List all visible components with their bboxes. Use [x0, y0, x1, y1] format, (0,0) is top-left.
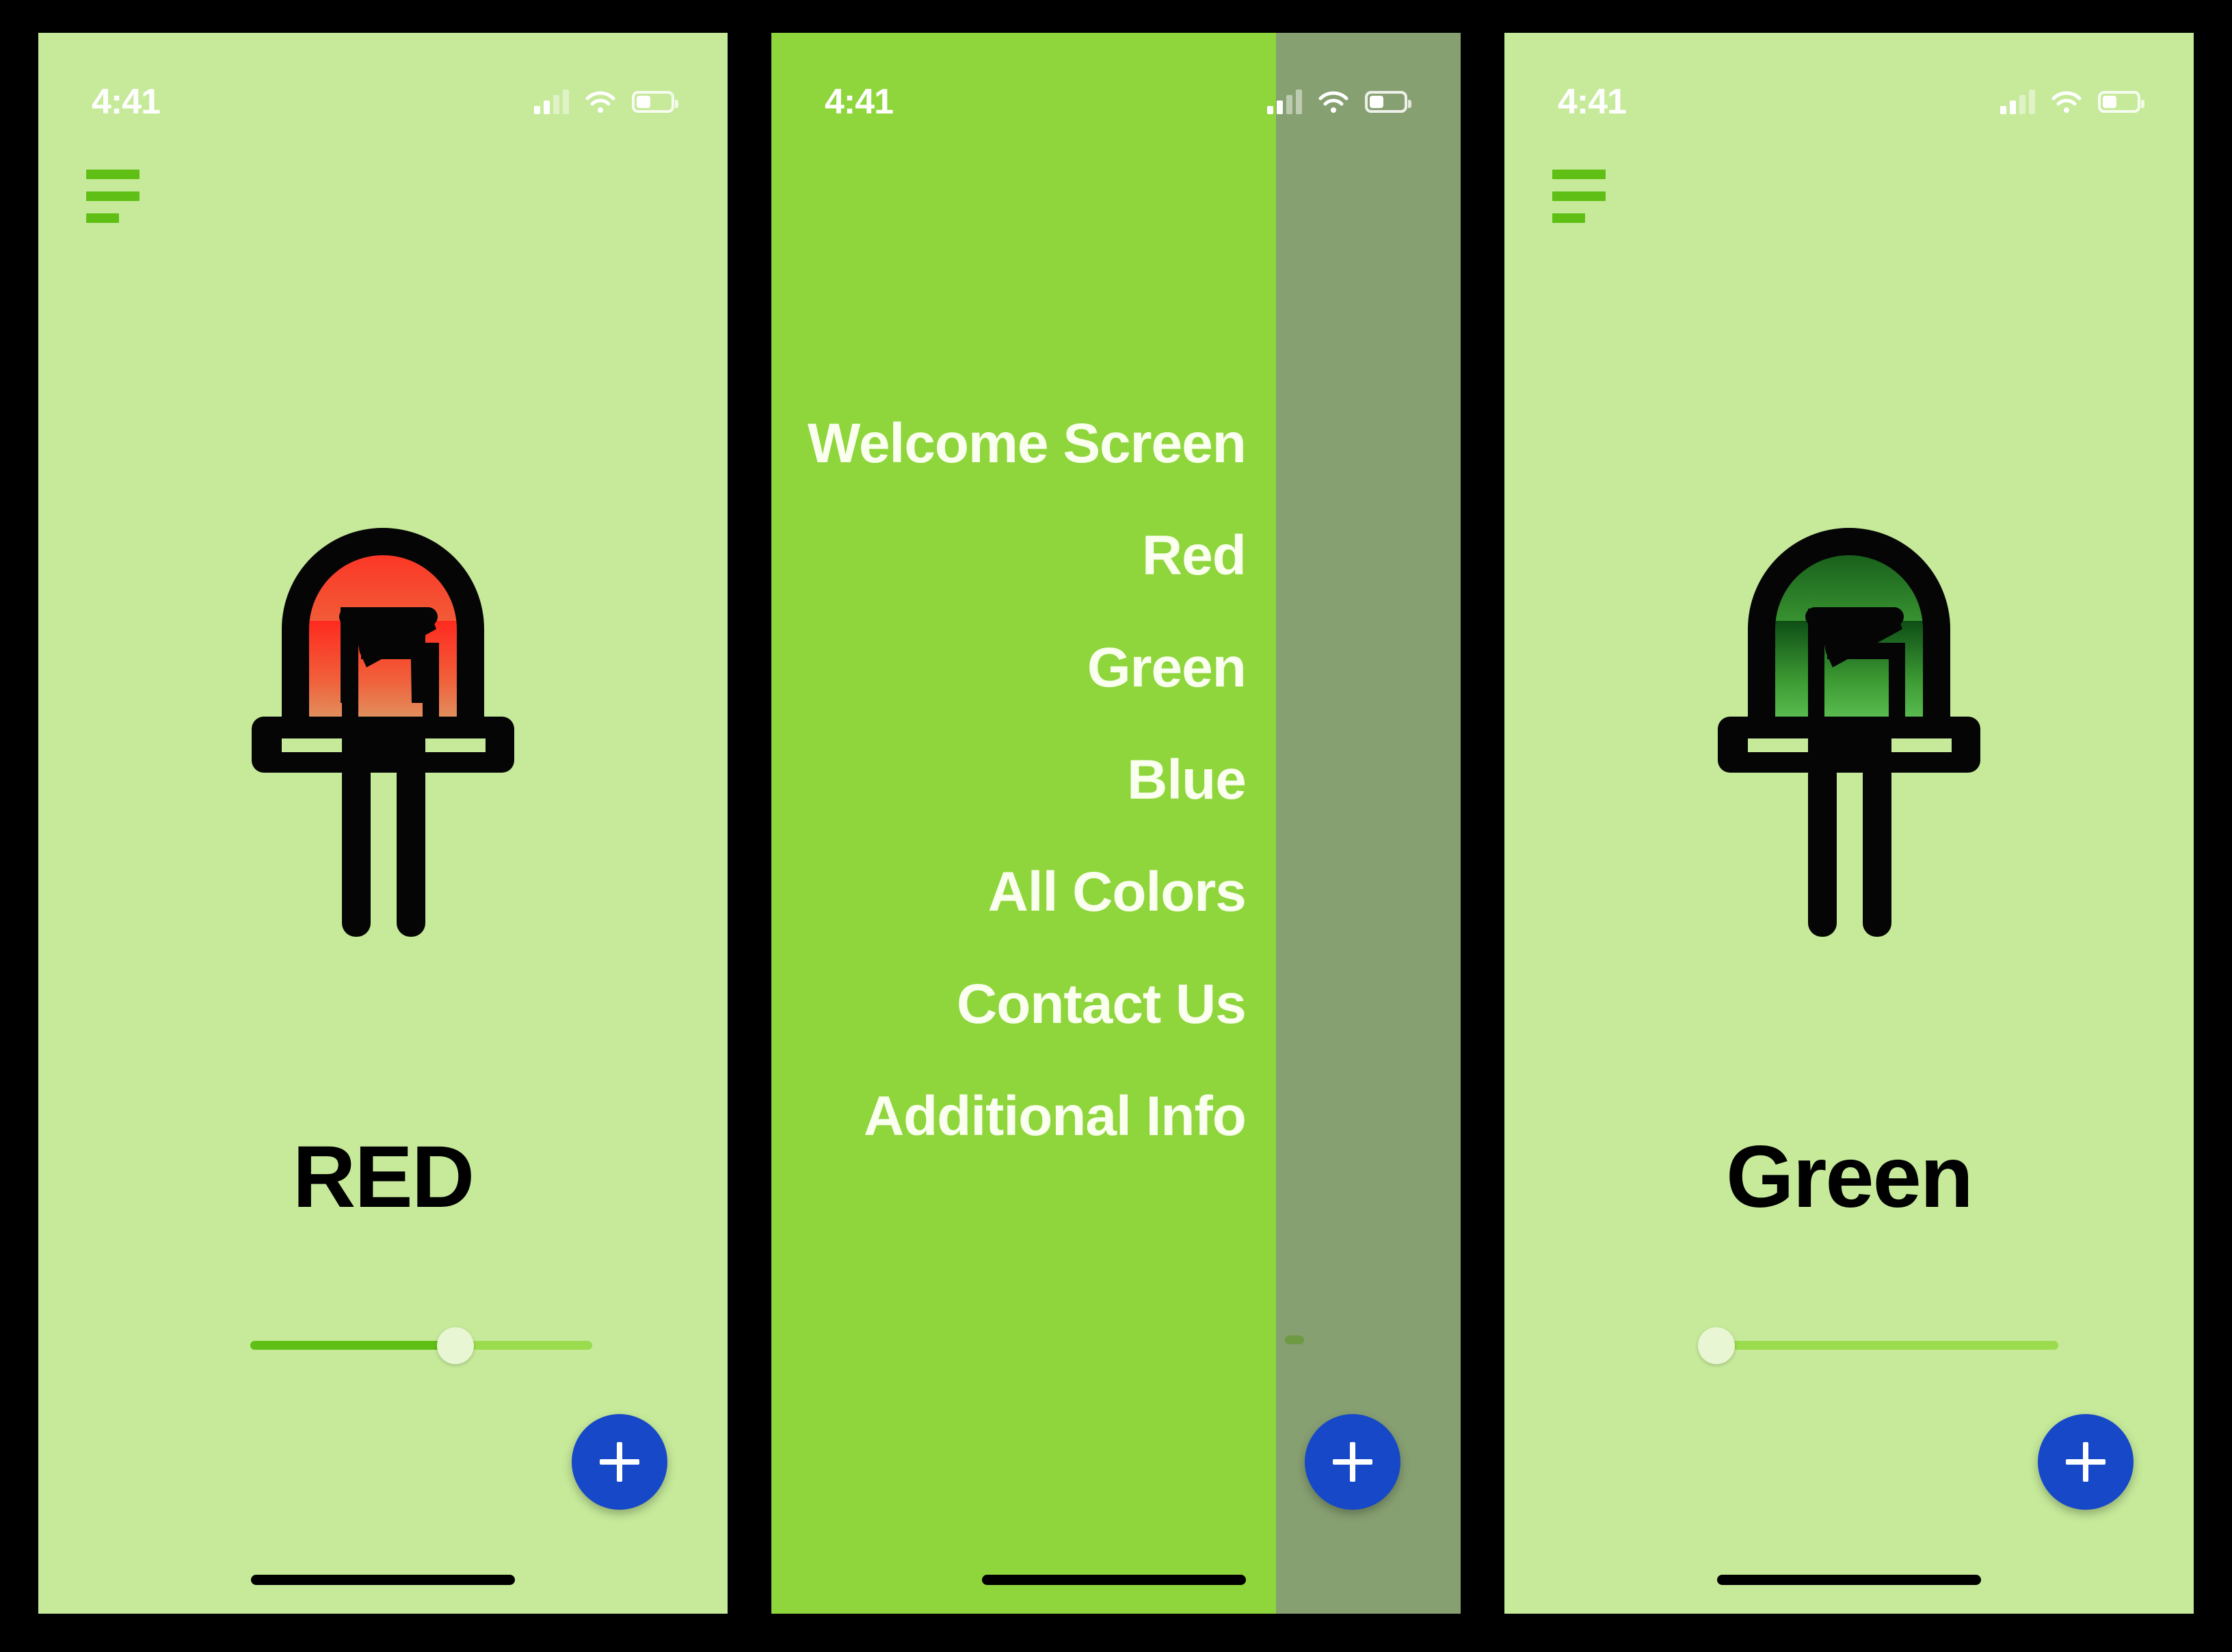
- drawer-item-welcome-screen[interactable]: Welcome Screen: [808, 416, 1247, 472]
- slider-fill: [250, 1341, 455, 1350]
- add-fab-button[interactable]: [1305, 1414, 1400, 1510]
- cellular-signal-icon: [1267, 90, 1302, 114]
- green-screen: 4:41 Green: [1504, 33, 2194, 1614]
- drawer-menu-list: Welcome Screen Red Green Blue All Colors…: [771, 416, 1247, 1145]
- screenshot-stage: 4:41 RED Welcome Screen Red Green Blue A…: [0, 0, 2232, 1652]
- red-screen: 4:41 RED: [38, 33, 728, 1614]
- drawer-screen: Welcome Screen Red Green Blue All Colors…: [771, 33, 1461, 1614]
- led-bulb-svg: [252, 528, 514, 937]
- battery-icon: [2098, 91, 2144, 113]
- add-fab-button[interactable]: [572, 1414, 667, 1510]
- phone-mockup-green: 4:41 Green: [1504, 33, 2194, 1614]
- led-bulb-icon-green: [1504, 416, 2194, 956]
- led-bulb-icon-red: [38, 416, 728, 956]
- color-label: RED: [292, 1128, 475, 1226]
- home-indicator: [982, 1575, 1246, 1585]
- phone-mockup-red: 4:41 RED: [38, 33, 728, 1614]
- status-time: 4:41: [92, 82, 161, 122]
- status-bar: 4:41: [771, 33, 1461, 135]
- plus-icon: [1333, 1442, 1372, 1482]
- battery-icon: [1365, 91, 1411, 113]
- status-bar: 4:41: [38, 33, 728, 135]
- status-icons: [2000, 90, 2144, 114]
- hamburger-menu-icon[interactable]: [86, 170, 182, 231]
- drawer-item-all-colors[interactable]: All Colors: [988, 864, 1247, 920]
- navigation-drawer: Welcome Screen Red Green Blue All Colors…: [771, 33, 1276, 1614]
- drawer-item-blue[interactable]: Blue: [1127, 752, 1247, 808]
- plus-icon: [2066, 1442, 2105, 1482]
- drawer-item-red[interactable]: Red: [1142, 528, 1247, 584]
- home-indicator: [1717, 1575, 1981, 1585]
- wifi-icon: [2050, 90, 2083, 114]
- cellular-signal-icon: [534, 90, 569, 114]
- color-label: Green: [1726, 1128, 1974, 1226]
- status-time: 4:41: [1558, 82, 1627, 122]
- plus-icon: [600, 1442, 639, 1482]
- slider-thumb[interactable]: [1698, 1327, 1735, 1364]
- brightness-slider-red[interactable]: [250, 1315, 592, 1376]
- cellular-signal-icon: [2000, 90, 2035, 114]
- battery-icon: [632, 91, 678, 113]
- drawer-item-green[interactable]: Green: [1087, 640, 1247, 696]
- led-bulb-svg: [1718, 528, 1980, 937]
- hamburger-menu-icon[interactable]: [1552, 170, 1648, 231]
- drawer-item-additional-info[interactable]: Additional Info: [864, 1089, 1247, 1145]
- status-icons: [1267, 90, 1411, 114]
- add-fab-button[interactable]: [2038, 1414, 2134, 1510]
- slider-edge-under-drawer: [1284, 1335, 1304, 1344]
- brightness-slider-green[interactable]: [1698, 1315, 2058, 1376]
- home-indicator: [251, 1575, 515, 1585]
- slider-track: [1716, 1341, 2058, 1350]
- slider-thumb[interactable]: [437, 1327, 474, 1364]
- status-bar: 4:41: [1504, 33, 2194, 135]
- drawer-item-contact-us[interactable]: Contact Us: [957, 976, 1247, 1032]
- phone-mockup-drawer: Welcome Screen Red Green Blue All Colors…: [771, 33, 1461, 1614]
- wifi-icon: [1317, 90, 1350, 114]
- wifi-icon: [584, 90, 617, 114]
- status-time: 4:41: [825, 82, 894, 122]
- status-icons: [534, 90, 678, 114]
